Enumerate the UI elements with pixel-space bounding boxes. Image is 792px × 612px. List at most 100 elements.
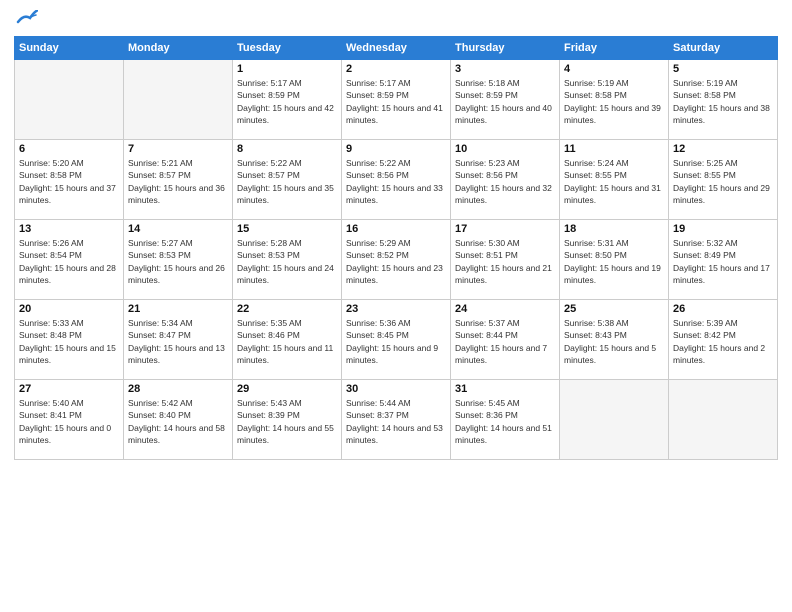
calendar-cell: 6 Sunrise: 5:20 AM Sunset: 8:58 PM Daylig… bbox=[15, 140, 124, 220]
weekday-header: Tuesday bbox=[233, 37, 342, 60]
logo-bird-icon bbox=[16, 10, 38, 26]
day-number: 29 bbox=[237, 383, 337, 395]
weekday-header: Wednesday bbox=[342, 37, 451, 60]
day-info: Sunrise: 5:37 AM Sunset: 8:44 PM Dayligh… bbox=[455, 317, 555, 366]
day-number: 6 bbox=[19, 143, 119, 155]
day-number: 24 bbox=[455, 303, 555, 315]
day-number: 14 bbox=[128, 223, 228, 235]
calendar-cell bbox=[560, 380, 669, 460]
day-info: Sunrise: 5:39 AM Sunset: 8:42 PM Dayligh… bbox=[673, 317, 773, 366]
calendar-cell: 2 Sunrise: 5:17 AM Sunset: 8:59 PM Daylig… bbox=[342, 60, 451, 140]
day-number: 5 bbox=[673, 63, 773, 75]
day-number: 11 bbox=[564, 143, 664, 155]
day-info: Sunrise: 5:31 AM Sunset: 8:50 PM Dayligh… bbox=[564, 237, 664, 286]
day-info: Sunrise: 5:30 AM Sunset: 8:51 PM Dayligh… bbox=[455, 237, 555, 286]
calendar-header-row: SundayMondayTuesdayWednesdayThursdayFrid… bbox=[15, 37, 778, 60]
calendar-cell bbox=[124, 60, 233, 140]
calendar-table: SundayMondayTuesdayWednesdayThursdayFrid… bbox=[14, 36, 778, 460]
page: SundayMondayTuesdayWednesdayThursdayFrid… bbox=[0, 0, 792, 612]
day-info: Sunrise: 5:40 AM Sunset: 8:41 PM Dayligh… bbox=[19, 397, 119, 446]
day-info: Sunrise: 5:45 AM Sunset: 8:36 PM Dayligh… bbox=[455, 397, 555, 446]
day-info: Sunrise: 5:20 AM Sunset: 8:58 PM Dayligh… bbox=[19, 157, 119, 206]
day-number: 22 bbox=[237, 303, 337, 315]
day-number: 28 bbox=[128, 383, 228, 395]
calendar-cell: 12 Sunrise: 5:25 AM Sunset: 8:55 PM Dayli… bbox=[669, 140, 778, 220]
day-info: Sunrise: 5:34 AM Sunset: 8:47 PM Dayligh… bbox=[128, 317, 228, 366]
day-info: Sunrise: 5:25 AM Sunset: 8:55 PM Dayligh… bbox=[673, 157, 773, 206]
calendar-cell: 27 Sunrise: 5:40 AM Sunset: 8:41 PM Dayli… bbox=[15, 380, 124, 460]
calendar-cell bbox=[669, 380, 778, 460]
day-number: 27 bbox=[19, 383, 119, 395]
day-info: Sunrise: 5:21 AM Sunset: 8:57 PM Dayligh… bbox=[128, 157, 228, 206]
calendar-cell bbox=[15, 60, 124, 140]
day-info: Sunrise: 5:19 AM Sunset: 8:58 PM Dayligh… bbox=[564, 77, 664, 126]
calendar-cell: 18Sunrise: 5:31 AM Sunset: 8:50 PM Dayli… bbox=[560, 220, 669, 300]
day-info: Sunrise: 5:24 AM Sunset: 8:55 PM Dayligh… bbox=[564, 157, 664, 206]
calendar-cell: 4 Sunrise: 5:19 AM Sunset: 8:58 PM Daylig… bbox=[560, 60, 669, 140]
day-info: Sunrise: 5:28 AM Sunset: 8:53 PM Dayligh… bbox=[237, 237, 337, 286]
calendar-week-row: 6 Sunrise: 5:20 AM Sunset: 8:58 PM Daylig… bbox=[15, 140, 778, 220]
day-info: Sunrise: 5:18 AM Sunset: 8:59 PM Dayligh… bbox=[455, 77, 555, 126]
day-number: 17 bbox=[455, 223, 555, 235]
day-info: Sunrise: 5:29 AM Sunset: 8:52 PM Dayligh… bbox=[346, 237, 446, 286]
day-info: Sunrise: 5:27 AM Sunset: 8:53 PM Dayligh… bbox=[128, 237, 228, 286]
day-info: Sunrise: 5:22 AM Sunset: 8:56 PM Dayligh… bbox=[346, 157, 446, 206]
day-info: Sunrise: 5:44 AM Sunset: 8:37 PM Dayligh… bbox=[346, 397, 446, 446]
day-info: Sunrise: 5:38 AM Sunset: 8:43 PM Dayligh… bbox=[564, 317, 664, 366]
calendar-cell: 8 Sunrise: 5:22 AM Sunset: 8:57 PM Daylig… bbox=[233, 140, 342, 220]
day-info: Sunrise: 5:17 AM Sunset: 8:59 PM Dayligh… bbox=[346, 77, 446, 126]
day-number: 23 bbox=[346, 303, 446, 315]
calendar-cell: 21Sunrise: 5:34 AM Sunset: 8:47 PM Dayli… bbox=[124, 300, 233, 380]
day-number: 30 bbox=[346, 383, 446, 395]
logo bbox=[14, 10, 38, 28]
calendar-cell: 25Sunrise: 5:38 AM Sunset: 8:43 PM Dayli… bbox=[560, 300, 669, 380]
day-info: Sunrise: 5:43 AM Sunset: 8:39 PM Dayligh… bbox=[237, 397, 337, 446]
calendar-week-row: 27 Sunrise: 5:40 AM Sunset: 8:41 PM Dayli… bbox=[15, 380, 778, 460]
calendar-cell: 14 Sunrise: 5:27 AM Sunset: 8:53 PM Dayli… bbox=[124, 220, 233, 300]
calendar-cell: 29 Sunrise: 5:43 AM Sunset: 8:39 PM Dayli… bbox=[233, 380, 342, 460]
day-info: Sunrise: 5:22 AM Sunset: 8:57 PM Dayligh… bbox=[237, 157, 337, 206]
header bbox=[14, 10, 778, 28]
calendar-week-row: 20Sunrise: 5:33 AM Sunset: 8:48 PM Dayli… bbox=[15, 300, 778, 380]
day-info: Sunrise: 5:36 AM Sunset: 8:45 PM Dayligh… bbox=[346, 317, 446, 366]
day-number: 8 bbox=[237, 143, 337, 155]
calendar-cell: 17 Sunrise: 5:30 AM Sunset: 8:51 PM Dayli… bbox=[451, 220, 560, 300]
calendar-cell: 28 Sunrise: 5:42 AM Sunset: 8:40 PM Dayli… bbox=[124, 380, 233, 460]
calendar-cell: 24 Sunrise: 5:37 AM Sunset: 8:44 PM Dayli… bbox=[451, 300, 560, 380]
calendar-cell: 16 Sunrise: 5:29 AM Sunset: 8:52 PM Dayli… bbox=[342, 220, 451, 300]
calendar-cell: 5 Sunrise: 5:19 AM Sunset: 8:58 PM Daylig… bbox=[669, 60, 778, 140]
day-number: 26 bbox=[673, 303, 773, 315]
day-number: 31 bbox=[455, 383, 555, 395]
day-info: Sunrise: 5:19 AM Sunset: 8:58 PM Dayligh… bbox=[673, 77, 773, 126]
weekday-header: Saturday bbox=[669, 37, 778, 60]
day-number: 9 bbox=[346, 143, 446, 155]
day-info: Sunrise: 5:26 AM Sunset: 8:54 PM Dayligh… bbox=[19, 237, 119, 286]
calendar-cell: 3 Sunrise: 5:18 AM Sunset: 8:59 PM Daylig… bbox=[451, 60, 560, 140]
calendar-cell: 31 Sunrise: 5:45 AM Sunset: 8:36 PM Dayli… bbox=[451, 380, 560, 460]
calendar-cell: 11 Sunrise: 5:24 AM Sunset: 8:55 PM Dayli… bbox=[560, 140, 669, 220]
calendar-cell: 10Sunrise: 5:23 AM Sunset: 8:56 PM Dayli… bbox=[451, 140, 560, 220]
day-number: 10 bbox=[455, 143, 555, 155]
day-number: 20 bbox=[19, 303, 119, 315]
calendar-week-row: 1 Sunrise: 5:17 AM Sunset: 8:59 PM Daylig… bbox=[15, 60, 778, 140]
calendar-cell: 30 Sunrise: 5:44 AM Sunset: 8:37 PM Dayli… bbox=[342, 380, 451, 460]
weekday-header: Friday bbox=[560, 37, 669, 60]
day-number: 7 bbox=[128, 143, 228, 155]
weekday-header: Sunday bbox=[15, 37, 124, 60]
day-number: 16 bbox=[346, 223, 446, 235]
calendar-cell: 15 Sunrise: 5:28 AM Sunset: 8:53 PM Dayli… bbox=[233, 220, 342, 300]
day-info: Sunrise: 5:42 AM Sunset: 8:40 PM Dayligh… bbox=[128, 397, 228, 446]
day-number: 3 bbox=[455, 63, 555, 75]
day-number: 1 bbox=[237, 63, 337, 75]
calendar-week-row: 13 Sunrise: 5:26 AM Sunset: 8:54 PM Dayli… bbox=[15, 220, 778, 300]
day-info: Sunrise: 5:32 AM Sunset: 8:49 PM Dayligh… bbox=[673, 237, 773, 286]
day-info: Sunrise: 5:35 AM Sunset: 8:46 PM Dayligh… bbox=[237, 317, 337, 366]
day-number: 19 bbox=[673, 223, 773, 235]
day-number: 15 bbox=[237, 223, 337, 235]
day-number: 4 bbox=[564, 63, 664, 75]
calendar-cell: 9 Sunrise: 5:22 AM Sunset: 8:56 PM Daylig… bbox=[342, 140, 451, 220]
day-number: 2 bbox=[346, 63, 446, 75]
day-number: 12 bbox=[673, 143, 773, 155]
calendar-cell: 23 Sunrise: 5:36 AM Sunset: 8:45 PM Dayli… bbox=[342, 300, 451, 380]
day-number: 13 bbox=[19, 223, 119, 235]
